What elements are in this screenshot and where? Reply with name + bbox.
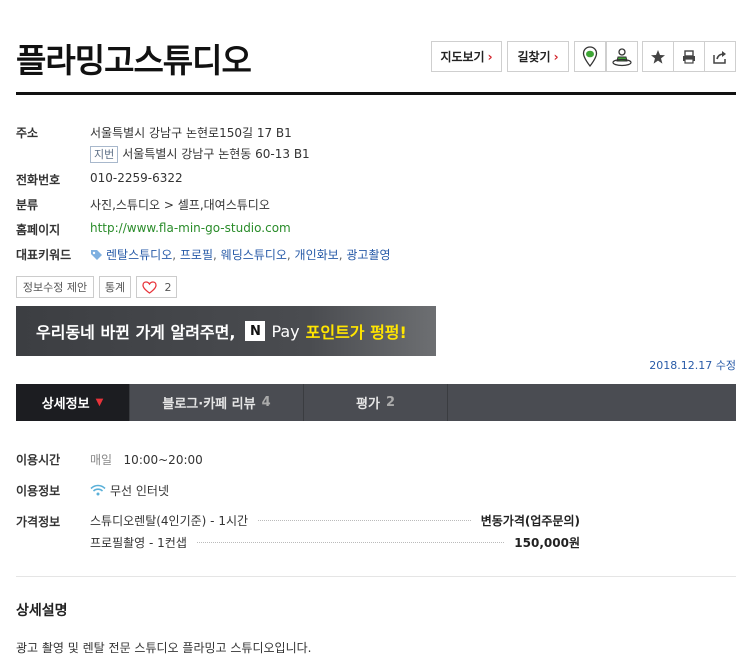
price-info-label: 가격정보: [16, 515, 61, 529]
keyword-link[interactable]: 광고촬영: [346, 248, 390, 262]
address-value: 서울특별시 강남구 논현로150길 17 B1: [90, 126, 292, 140]
tab-blog-reviews-label: 블로그·카페 리뷰: [162, 397, 256, 412]
npay-promo-banner[interactable]: 우리동네 바뀐 가게 알려주면, N Pay 포인트가 펑펑!: [16, 306, 436, 356]
keyword-link[interactable]: 렌탈스튜디오: [106, 248, 172, 262]
banner-text: 우리동네 바뀐 가게 알려주면,: [36, 323, 236, 342]
npay-logo-icon: N: [245, 321, 266, 341]
category-label: 분류: [16, 198, 39, 212]
location-pin-button[interactable]: [574, 41, 606, 72]
route-button[interactable]: 길찾기 ›: [507, 41, 569, 72]
hours-day: 매일: [90, 453, 113, 467]
map-view-label: 지도보기: [440, 50, 485, 64]
price-row: 프로필촬영 - 1컨샙 150,000원: [90, 534, 580, 550]
share-icon: [713, 50, 726, 64]
like-button[interactable]: 2: [136, 276, 177, 298]
star-icon: [651, 49, 665, 64]
tab-details[interactable]: 상세정보 ▼: [16, 384, 130, 421]
place-detail-page: 플라밍고스튜디오 지도보기 › 길찾기 › 주소 서울특별시 강남구 논현로15…: [0, 0, 753, 670]
npay-pay-label: Pay: [271, 321, 300, 341]
hours-value: 매일 10:00~20:00: [90, 451, 203, 468]
street-view-icon: [612, 47, 632, 66]
chevron-right-icon: ›: [553, 49, 559, 64]
detail-tabs: 상세정보 ▼ 블로그·카페 리뷰 4 평가 2: [16, 384, 736, 421]
phone-value: 010-2259-6322: [90, 171, 183, 185]
dotted-leader: [196, 541, 505, 543]
price-value: 변동가격(업주문의): [480, 513, 580, 528]
description-text: 광고 촬영 및 렌탈 전문 스튜디오 플라밍고 스튜디오입니다.: [16, 641, 312, 655]
amenities-label: 이용정보: [16, 484, 61, 498]
tab-blog-reviews[interactable]: 블로그·카페 리뷰 4: [130, 384, 304, 421]
phone-label: 전화번호: [16, 173, 61, 187]
keyword-link[interactable]: 개인화보: [295, 248, 339, 262]
description-title: 상세설명: [16, 603, 68, 619]
price-value: 150,000원: [514, 535, 580, 550]
route-label: 길찾기: [517, 50, 551, 64]
category-value: 사진,스튜디오 > 셀프,대여스튜디오: [90, 198, 270, 212]
homepage-link[interactable]: http://www.fla-min-go-studio.com: [90, 221, 291, 235]
hours-label: 이용시간: [16, 453, 61, 467]
price-item: 스튜디오렌탈(4인기준) - 1시간: [90, 513, 249, 528]
map-view-button[interactable]: 지도보기 ›: [431, 41, 502, 72]
caret-down-icon: ▼: [95, 397, 104, 408]
banner-highlight: 포인트가 펑펑!: [305, 323, 407, 342]
keyword-link[interactable]: 프로필: [180, 248, 213, 262]
wifi-icon: [90, 484, 106, 496]
share-button[interactable]: [704, 41, 736, 72]
section-divider: [16, 576, 736, 577]
tab-ratings[interactable]: 평가 2: [304, 384, 448, 421]
price-row: 스튜디오렌탈(4인기준) - 1시간 변동가격(업주문의): [90, 512, 580, 528]
place-title: 플라밍고스튜디오: [16, 41, 252, 80]
homepage-label: 홈페이지: [16, 223, 61, 237]
tab-blog-reviews-count: 4: [261, 395, 271, 410]
keywords-list: 렌탈스튜디오, 프로필, 웨딩스튜디오, 개인화보, 광고촬영: [90, 246, 391, 263]
jibun-address: 지번 서울특별시 강남구 논현동 60-13 B1: [90, 145, 310, 163]
price-item: 프로필촬영 - 1컨샙: [90, 535, 187, 550]
stats-button[interactable]: 통계: [99, 276, 131, 298]
tab-ratings-count: 2: [385, 395, 395, 410]
like-count: 2: [164, 280, 172, 294]
suggest-edit-button[interactable]: 정보수정 제안: [16, 276, 94, 298]
jibun-tag: 지번: [90, 146, 119, 163]
hours-time: 10:00~20:00: [123, 453, 203, 467]
dotted-leader: [258, 519, 471, 521]
amenity-item: 무선 인터넷: [90, 482, 169, 499]
title-divider: [16, 92, 736, 95]
chevron-right-icon: ›: [487, 49, 493, 64]
print-button[interactable]: [673, 41, 705, 72]
amenity-label: 무선 인터넷: [110, 484, 170, 498]
keyword-link[interactable]: 웨딩스튜디오: [221, 248, 287, 262]
heart-icon: [141, 280, 157, 294]
print-icon: [683, 49, 695, 64]
updated-date: 2018.12.17 수정: [649, 359, 736, 372]
keywords-label: 대표키워드: [16, 248, 72, 262]
street-view-button[interactable]: [606, 41, 638, 72]
tab-ratings-label: 평가: [356, 397, 380, 412]
favorite-button[interactable]: [642, 41, 674, 72]
tag-icon: [91, 250, 102, 260]
jibun-address-value: 서울특별시 강남구 논현동 60-13 B1: [122, 147, 310, 161]
tab-details-label: 상세정보: [41, 397, 90, 412]
address-label: 주소: [16, 126, 39, 140]
location-pin-icon: [582, 45, 598, 67]
